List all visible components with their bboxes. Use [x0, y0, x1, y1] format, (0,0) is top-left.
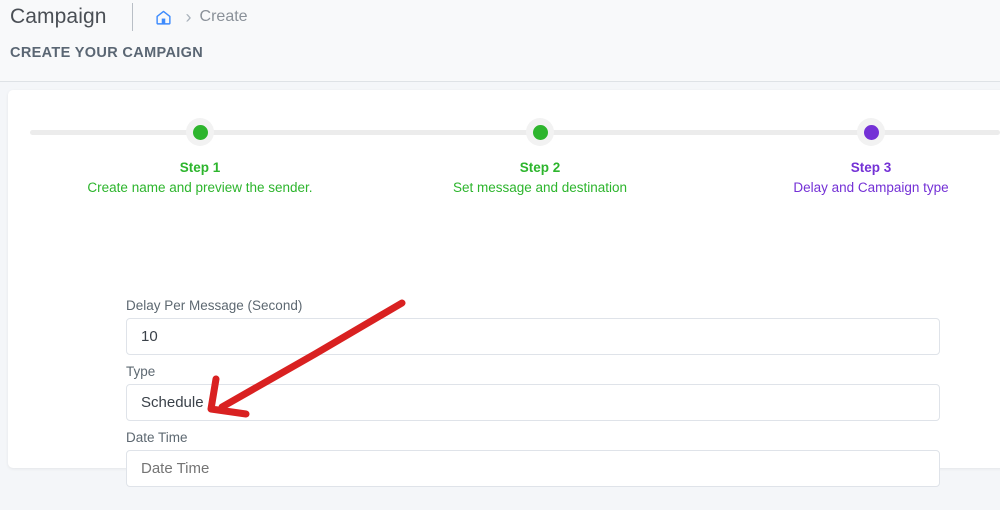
step-2-dot [532, 124, 548, 140]
campaign-form: Delay Per Message (Second) Type Date Tim… [8, 298, 1000, 493]
breadcrumb: Campaign › Create [10, 2, 248, 32]
step-3-description: Delay and Campaign type [793, 180, 949, 195]
step-1-dot [192, 124, 208, 140]
step-1-dot-ring [186, 118, 214, 146]
step-1-description: Create name and preview the sender. [87, 180, 313, 195]
step-3-label: Step 3 [850, 160, 892, 175]
date-time-label: Date Time [126, 430, 188, 445]
type-input[interactable] [126, 384, 940, 421]
delay-per-message-label: Delay Per Message (Second) [126, 298, 303, 313]
step-2-dot-ring [526, 118, 554, 146]
page-root: Campaign › Create CREATE YOUR CAMPAIGN S… [0, 0, 1000, 510]
wizard-stepper: Step 1 Create name and preview the sende… [8, 90, 1000, 205]
breadcrumb-divider [131, 3, 133, 31]
step-3-dot [863, 124, 879, 140]
home-icon[interactable] [155, 9, 172, 26]
type-label: Type [126, 364, 156, 379]
chevron-right-icon: › [185, 7, 192, 27]
delay-per-message-input[interactable] [126, 318, 940, 355]
top-header-bar: Campaign › Create CREATE YOUR CAMPAIGN [0, 0, 1000, 82]
date-time-input[interactable] [126, 450, 940, 487]
stepper-connector-line [30, 130, 1000, 135]
page-title: CREATE YOUR CAMPAIGN [10, 45, 204, 61]
breadcrumb-title: Campaign [10, 5, 107, 28]
step-3-dot-ring [857, 118, 885, 146]
step-1-label: Step 1 [179, 160, 221, 175]
step-2-description: Set message and destination [452, 180, 628, 195]
campaign-wizard-card: Step 1 Create name and preview the sende… [8, 90, 1000, 487]
step-2-label: Step 2 [519, 160, 561, 175]
breadcrumb-current-page[interactable]: Create [200, 2, 248, 32]
